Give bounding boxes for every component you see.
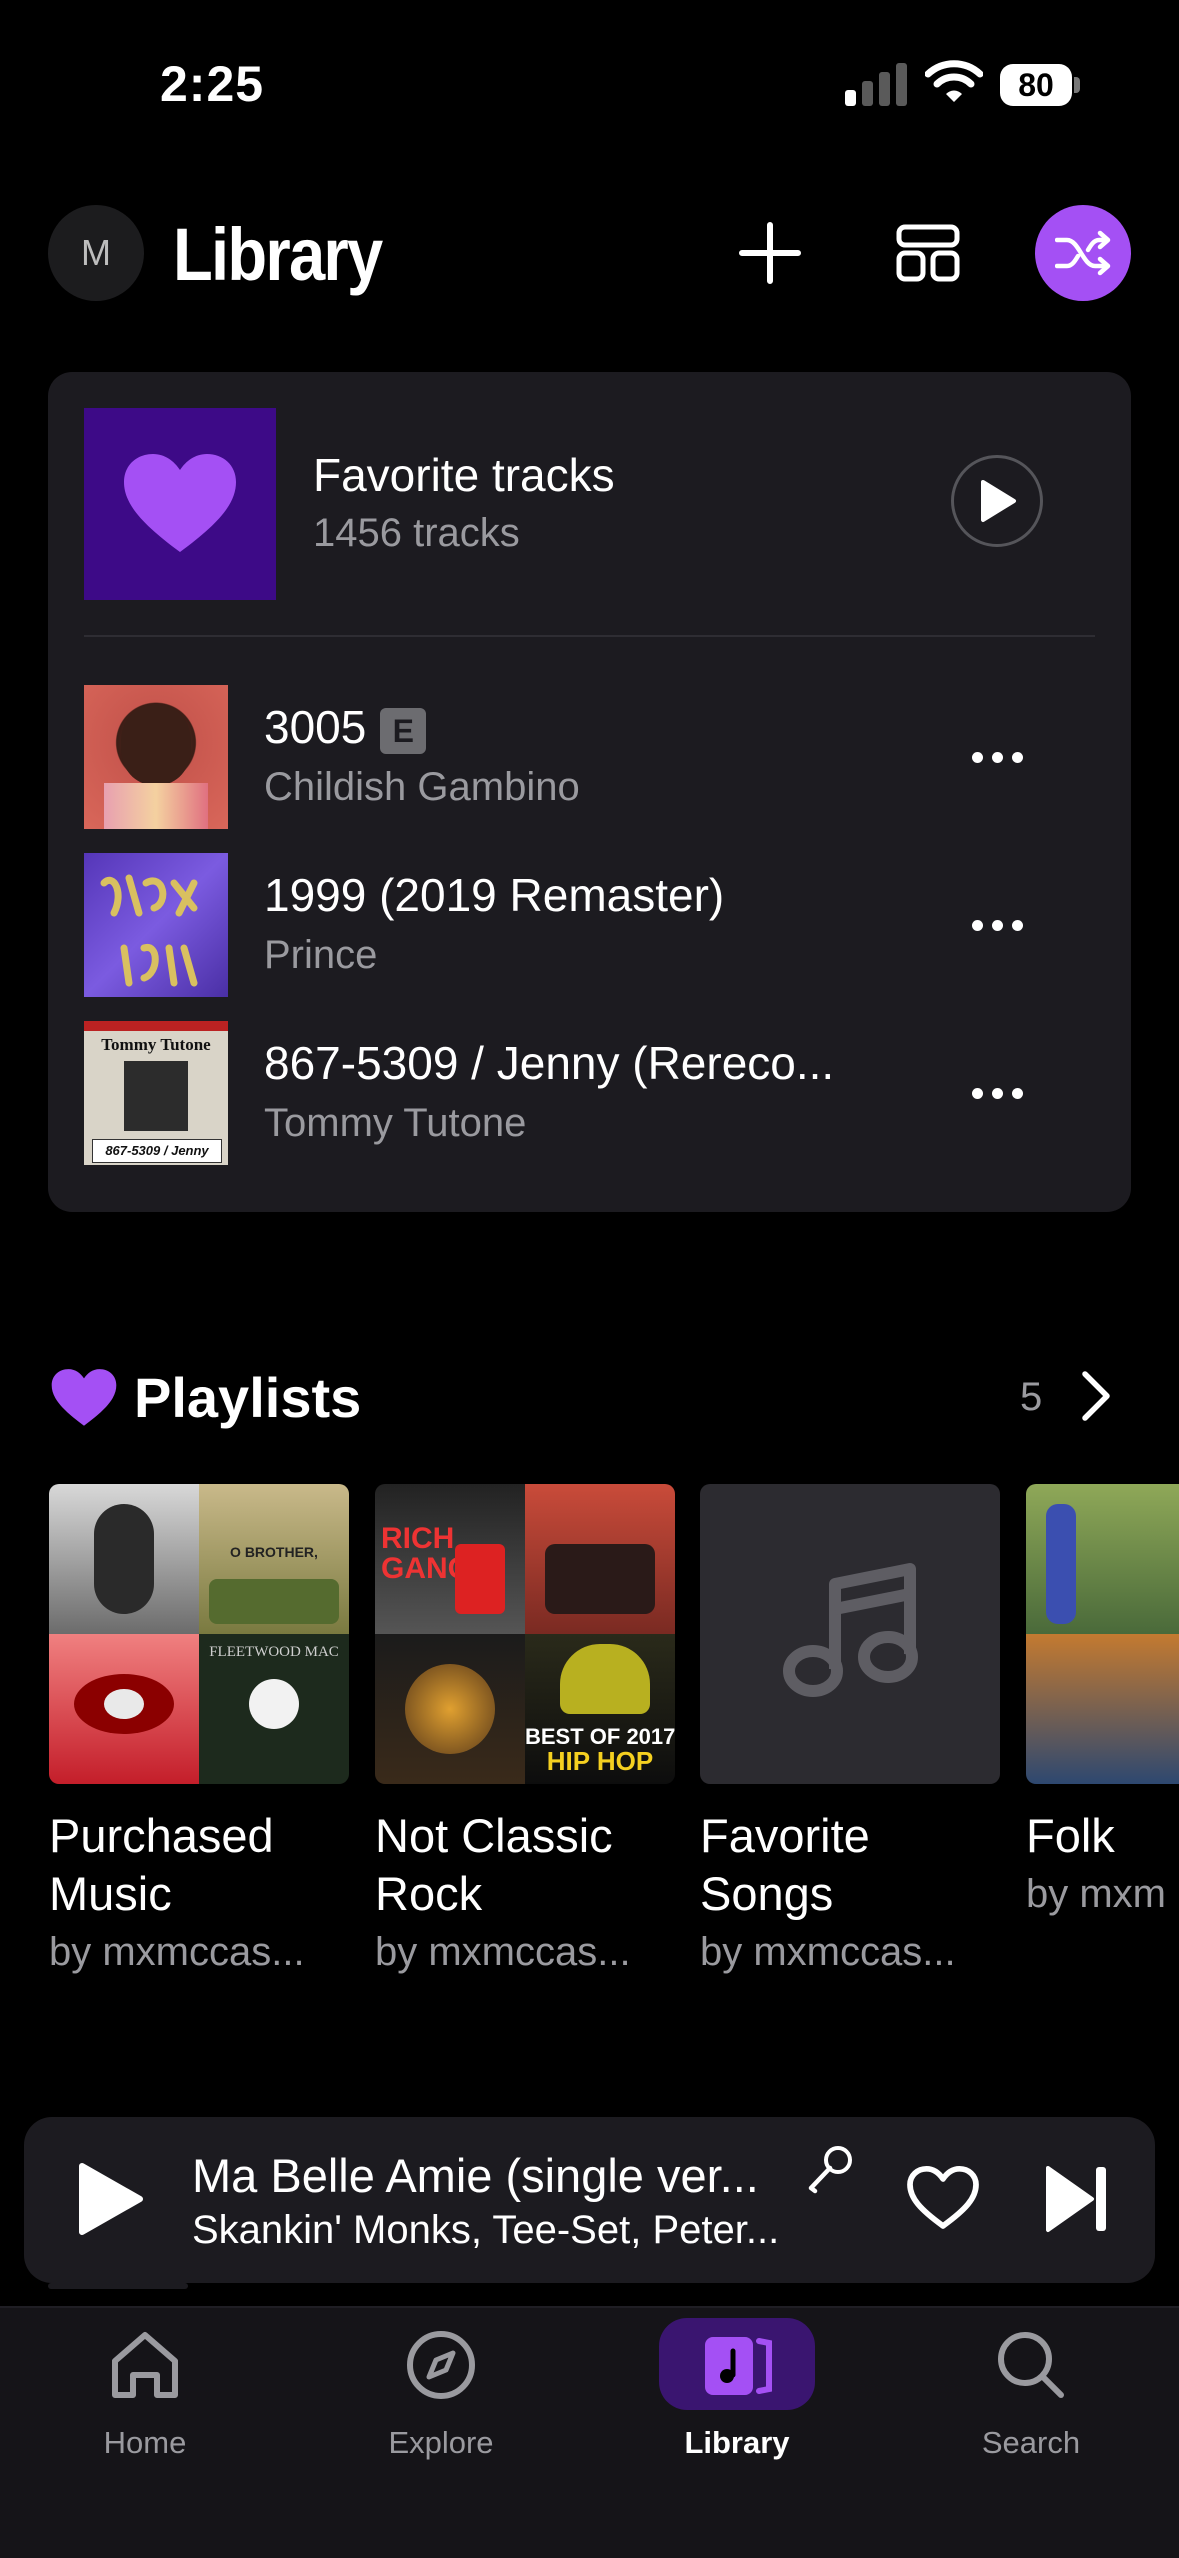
track-title[interactable]: 1999 (2019 Remaster) [264, 868, 724, 922]
album-art-text: HIP HOP [546, 1746, 654, 1776]
album-art-text: 867-5309 / Jenny [92, 1139, 222, 1163]
explicit-badge: E [380, 707, 427, 754]
playlist-owner: by mxmccas... [700, 1930, 956, 1974]
track-artwork[interactable] [84, 853, 228, 997]
tab-label-home[interactable]: Home [45, 2425, 245, 2461]
now-playing-progress [48, 2283, 188, 2289]
chevron-right-icon[interactable] [1075, 1368, 1115, 1424]
shuffle-button[interactable] [1035, 205, 1131, 301]
lyrics-microphone-icon[interactable] [805, 2144, 855, 2194]
more-dots-icon [971, 919, 983, 931]
track-more-button[interactable] [952, 727, 1042, 787]
heart-icon [124, 454, 236, 552]
track-artist[interactable]: Childish Gambino [264, 765, 580, 810]
battery-indicator: 80 [1000, 64, 1072, 106]
track-artist[interactable]: Tommy Tutone [264, 1101, 526, 1146]
library-icon [705, 2337, 772, 2395]
search-icon [998, 2332, 1064, 2398]
play-icon [981, 480, 1016, 522]
prince-lettering-art [100, 874, 198, 987]
layout-toggle-button[interactable] [880, 205, 976, 301]
playlist-name[interactable]: Favorite Songs [700, 1807, 1000, 1923]
now-playing-title[interactable]: Ma Belle Amie (single ver... [192, 2148, 759, 2203]
compass-icon [407, 2331, 475, 2399]
cellular-signal-icon [845, 60, 907, 106]
music-note-icon [783, 1563, 918, 1697]
playlists-heart-icon [51, 1369, 117, 1426]
wifi-icon [925, 60, 983, 102]
playlist-cover[interactable]: RICH GANG BEST OF 2017 HIP HOP [375, 1484, 675, 1784]
page-title: Library [173, 213, 383, 296]
now-playing-play-button[interactable] [70, 2160, 148, 2243]
skip-forward-icon [1046, 2166, 1106, 2232]
playlist-owner: by mxmccas... [49, 1930, 305, 1974]
play-favorites-button[interactable] [951, 455, 1043, 547]
tab-library[interactable] [697, 2325, 777, 2410]
track-more-button[interactable] [952, 1063, 1042, 1123]
tab-home[interactable] [105, 2325, 185, 2410]
track-title[interactable]: 3005 E [264, 700, 427, 754]
album-art-text: Tommy Tutone [101, 1035, 211, 1054]
home-icon [112, 2332, 178, 2398]
heart-outline-icon [907, 2165, 979, 2229]
playlist-owner: by mxmccas... [375, 1930, 631, 1974]
status-time: 2:25 [160, 56, 265, 112]
playlist-cover[interactable] [1026, 1484, 1179, 1784]
playlists-count: 5 [1020, 1375, 1043, 1419]
more-dots-icon [971, 751, 983, 763]
playlist-cover[interactable] [700, 1484, 1000, 1784]
card-divider [84, 635, 1095, 637]
tab-explore[interactable] [401, 2325, 481, 2410]
tab-label-search[interactable]: Search [931, 2425, 1131, 2461]
playlist-cover[interactable]: O BROTHER, FLEETWOOD MAC [49, 1484, 349, 1784]
favorite-tracks-title[interactable]: Favorite tracks [313, 448, 615, 502]
favorite-tracks-count: 1456 tracks [313, 511, 520, 555]
more-dots-icon [971, 1087, 983, 1099]
track-artist[interactable]: Prince [264, 933, 377, 978]
album-art-text: O BROTHER, [230, 1544, 318, 1560]
tab-search[interactable] [991, 2325, 1071, 2410]
now-playing-artist[interactable]: Skankin' Monks, Tee-Set, Peter... [192, 2208, 779, 2253]
tab-label-explore[interactable]: Explore [341, 2425, 541, 2461]
profile-avatar[interactable]: M [48, 205, 144, 301]
playlist-owner: by mxm [1026, 1872, 1166, 1916]
like-button[interactable] [906, 2165, 980, 2236]
shuffle-icon [1055, 230, 1111, 276]
playlist-name[interactable]: Folk [1026, 1807, 1179, 1865]
album-art-text: FLEETWOOD MAC [209, 1644, 339, 1660]
plus-icon [739, 222, 801, 284]
favorite-tracks-artwork[interactable] [84, 408, 276, 600]
battery-tip [1074, 77, 1080, 93]
playlists-section-title[interactable]: Playlists [134, 1365, 361, 1430]
playlist-name[interactable]: Not Classic Rock [375, 1807, 675, 1923]
next-track-button[interactable] [1044, 2164, 1110, 2239]
track-artwork[interactable]: Tommy Tutone 867-5309 / Jenny [84, 1021, 228, 1165]
tab-label-library[interactable]: Library [637, 2425, 837, 2461]
playlist-name[interactable]: Purchased Music [49, 1807, 349, 1923]
layout-grid-icon [896, 224, 960, 282]
track-title[interactable]: 867-5309 / Jenny (Rereco... [264, 1036, 834, 1090]
track-more-button[interactable] [952, 895, 1042, 955]
add-button[interactable] [722, 205, 818, 301]
play-icon [79, 2163, 143, 2235]
track-artwork[interactable] [84, 685, 228, 829]
